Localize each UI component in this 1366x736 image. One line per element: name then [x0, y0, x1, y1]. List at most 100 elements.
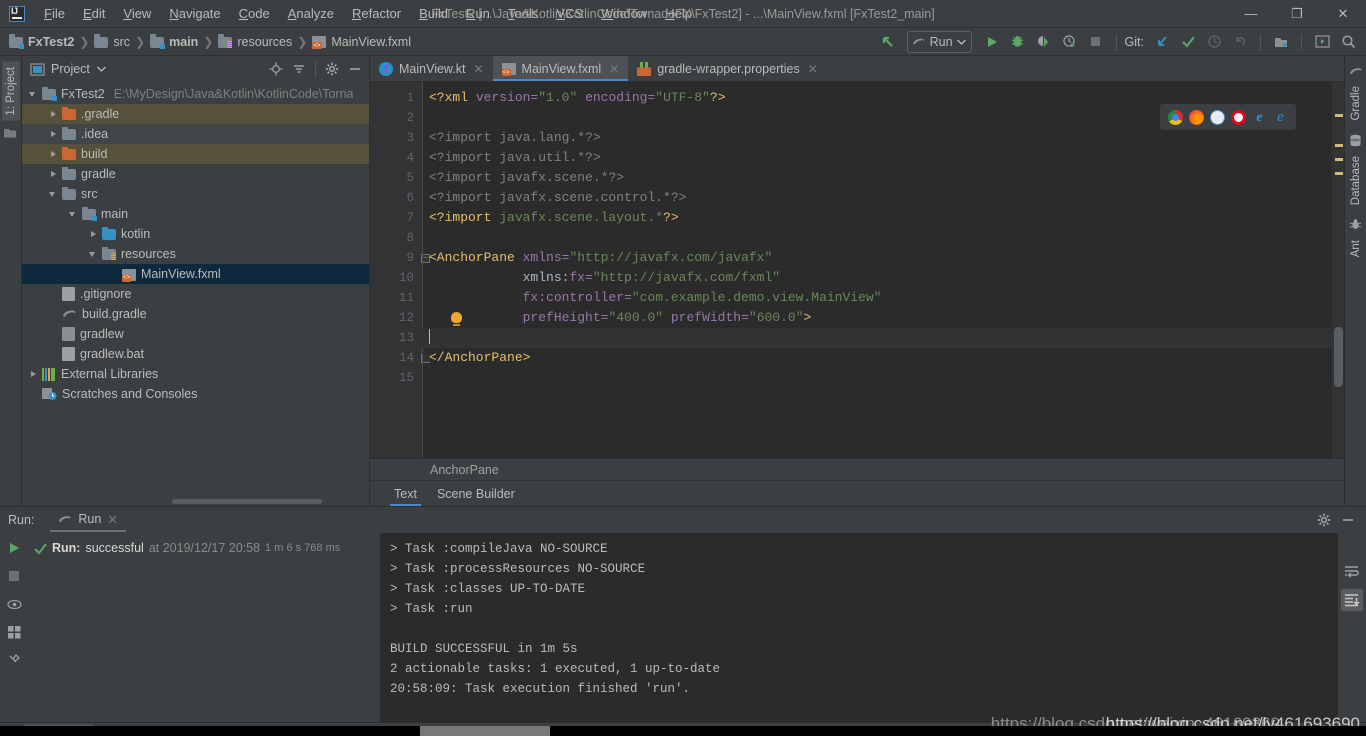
breadcrumb-item-main[interactable]: main [147, 33, 201, 51]
sidebar-tab-gradle[interactable]: Gradle [1347, 81, 1365, 126]
gear-icon[interactable] [322, 59, 342, 79]
tree-expand-arrow[interactable] [28, 389, 39, 400]
console-scrollbar[interactable] [1326, 533, 1338, 722]
tree-expand-arrow[interactable] [48, 169, 59, 180]
tree-expand-arrow[interactable] [28, 369, 39, 380]
tree-node-build[interactable]: build [22, 144, 369, 164]
tree-expand-arrow[interactable] [48, 329, 59, 340]
editor-tab-mainview-kt[interactable]: MainView.kt ✕ [370, 56, 493, 81]
commit-icon[interactable] [1176, 31, 1200, 53]
tree-expand-arrow[interactable] [88, 249, 99, 260]
run-icon[interactable] [980, 31, 1004, 53]
tree-node-external-libraries[interactable]: External Libraries [22, 364, 369, 384]
sidebar-tab-ant[interactable]: Ant [1347, 235, 1365, 262]
search-everywhere-icon[interactable] [1336, 31, 1360, 53]
select-opened-file-icon[interactable] [266, 59, 286, 79]
code-line-15[interactable] [429, 368, 1332, 388]
code-line-9[interactable]: <AnchorPane xmlns="http://javafx.com/jav… [429, 248, 1332, 268]
history-icon[interactable] [1202, 31, 1226, 53]
maximize-button[interactable]: ❐ [1274, 0, 1320, 27]
pin-icon[interactable] [5, 651, 23, 669]
editor-breadcrumb[interactable]: AnchorPane [370, 458, 1344, 480]
minimize-button[interactable]: — [1228, 0, 1274, 27]
run-with-coverage-icon[interactable] [1032, 31, 1056, 53]
scroll-to-end-icon[interactable] [1341, 589, 1363, 611]
tree-expand-arrow[interactable] [48, 129, 59, 140]
back-arrow-icon[interactable] [877, 31, 901, 53]
menu-item-file[interactable]: File [35, 2, 74, 25]
ie-icon[interactable]: e [1273, 109, 1288, 125]
menu-item-analyze[interactable]: Analyze [279, 2, 343, 25]
grid-view-icon[interactable] [5, 623, 23, 641]
menu-item-code[interactable]: Code [230, 2, 279, 25]
hide-panel-icon[interactable] [345, 59, 365, 79]
tree-node--idea[interactable]: .idea [22, 124, 369, 144]
tree-node-gradlew-bat[interactable]: gradlew.bat [22, 344, 369, 364]
chrome-icon[interactable] [1168, 109, 1183, 125]
menu-item-edit[interactable]: Edit [74, 2, 114, 25]
tree-expand-arrow[interactable] [108, 269, 119, 280]
menu-item-vcs[interactable]: VCS [547, 2, 592, 25]
code-line-4[interactable]: <?import java.util.*?> [429, 148, 1332, 168]
editor-tab-gradle-wrapper-properties[interactable]: gradle-wrapper.properties ✕ [628, 56, 827, 81]
tree-node-mainview-fxml[interactable]: MainView.fxml [22, 264, 369, 284]
hide-panel-icon[interactable] [1338, 510, 1358, 530]
close-icon[interactable]: ✕ [808, 62, 818, 76]
error-stripe[interactable] [1332, 82, 1344, 458]
tree-node-main[interactable]: main [22, 204, 369, 224]
run-tab[interactable]: Run ✕ [50, 509, 127, 532]
code-line-13[interactable] [422, 328, 1332, 348]
menu-item-help[interactable]: Help [656, 2, 701, 25]
debug-icon[interactable] [1006, 31, 1030, 53]
tree-node-build-gradle[interactable]: build.gradle [22, 304, 369, 324]
run-tab-close-icon[interactable]: ✕ [107, 512, 117, 527]
sidebar-tab-database[interactable]: Database [1347, 151, 1365, 210]
menu-item-navigate[interactable]: Navigate [160, 2, 229, 25]
tree-expand-arrow[interactable] [48, 349, 59, 360]
tree-node-resources[interactable]: resources [22, 244, 369, 264]
collapse-all-icon[interactable] [289, 59, 309, 79]
close-button[interactable]: ✕ [1320, 0, 1366, 27]
code-line-3[interactable]: <?import java.lang.*?> [429, 128, 1332, 148]
safari-icon[interactable] [1210, 109, 1225, 125]
toggle-layout-icon[interactable] [1310, 31, 1334, 53]
run-result-row[interactable]: Run: successful at 2019/12/17 20:58 1 m … [28, 539, 380, 557]
menu-item-window[interactable]: Window [592, 2, 656, 25]
code-line-14[interactable]: </AnchorPane> [429, 348, 1332, 368]
toggle-tasks-icon[interactable] [5, 595, 23, 613]
chevron-down-icon[interactable] [96, 66, 106, 72]
tree-node-scratches-and-consoles[interactable]: Scratches and Consoles [22, 384, 369, 404]
gear-icon[interactable] [1314, 510, 1334, 530]
menu-item-build[interactable]: Build [410, 2, 457, 25]
code-line-5[interactable]: <?import javafx.scene.*?> [429, 168, 1332, 188]
code-line-7[interactable]: <?import javafx.scene.layout.*?> [429, 208, 1332, 228]
project-tree-hscrollbar[interactable] [22, 496, 369, 506]
profiler-icon[interactable] [1058, 31, 1082, 53]
tree-expand-arrow[interactable] [48, 109, 59, 120]
close-icon[interactable]: ✕ [609, 62, 619, 76]
tree-expand-arrow[interactable] [48, 149, 59, 160]
soft-wrap-icon[interactable] [1341, 561, 1363, 583]
menu-item-refactor[interactable]: Refactor [343, 2, 410, 25]
breadcrumb-item-fxtest2[interactable]: FxTest2 [6, 33, 77, 51]
editor-tab-mainview-fxml[interactable]: MainView.fxml ✕ [492, 56, 629, 81]
menu-item-run[interactable]: Run [457, 2, 499, 25]
sidebar-tab-project[interactable]: 1: Project [1, 62, 20, 121]
tree-node-src[interactable]: src [22, 184, 369, 204]
stop-icon[interactable] [1084, 31, 1108, 53]
opera-icon[interactable] [1231, 109, 1246, 125]
tree-node-kotlin[interactable]: kotlin [22, 224, 369, 244]
project-structure-icon[interactable] [1269, 31, 1293, 53]
tree-expand-arrow[interactable] [48, 189, 59, 200]
close-icon[interactable]: ✕ [473, 62, 483, 76]
breadcrumb-item-resources[interactable]: resources [215, 33, 295, 51]
code-line-10[interactable]: xmlns:fx="http://javafx.com/fxml" [429, 268, 1332, 288]
tree-expand-arrow[interactable] [48, 289, 59, 300]
code-line-8[interactable] [429, 228, 1332, 248]
breadcrumb-item-src[interactable]: src [91, 33, 133, 51]
code-line-12[interactable]: prefHeight="400.0" prefWidth="600.0"> [429, 308, 1332, 328]
view-tab-text[interactable]: Text [384, 484, 427, 506]
menu-item-tools[interactable]: Tools [499, 2, 547, 25]
breadcrumb-item-mainview-fxml[interactable]: MainView.fxml [309, 33, 414, 51]
tree-node--gitignore[interactable]: .gitignore [22, 284, 369, 304]
